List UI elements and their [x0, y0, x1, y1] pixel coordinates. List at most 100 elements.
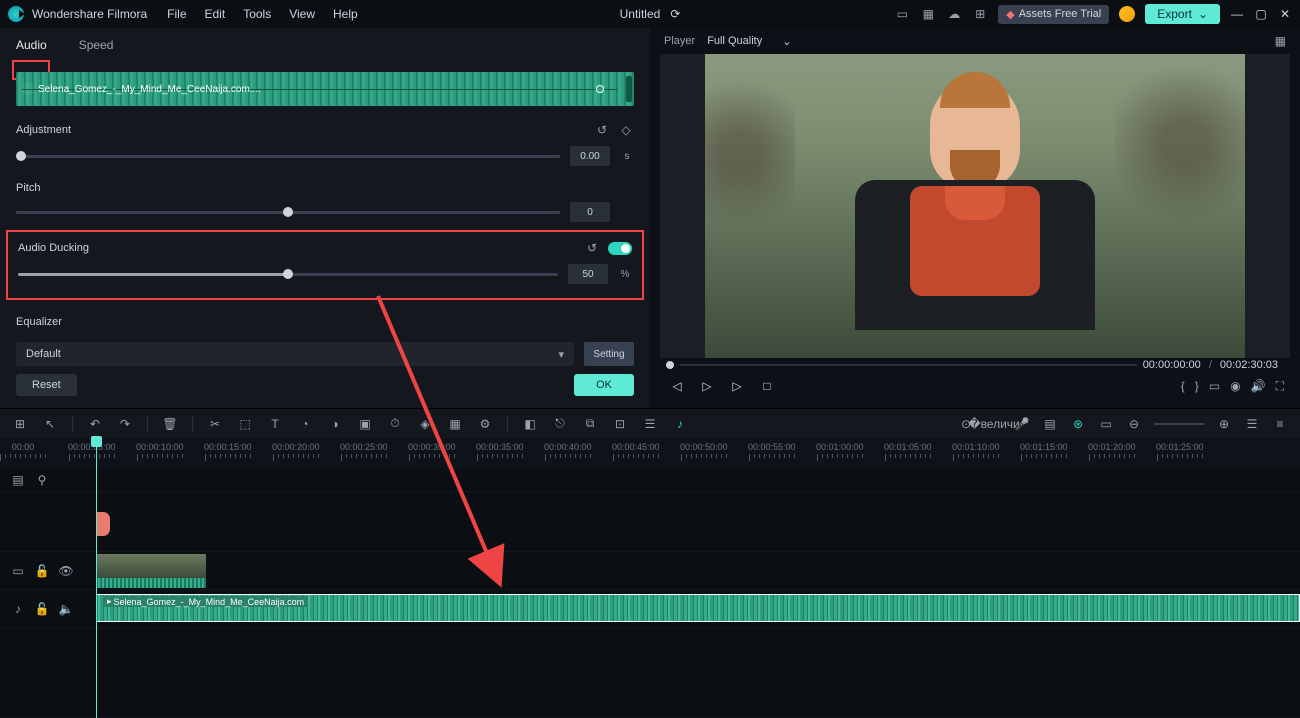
visibility-icon[interactable]: 👁: [58, 563, 74, 579]
maximize-button[interactable]: ▢: [1254, 7, 1268, 21]
menu-edit[interactable]: Edit: [205, 7, 226, 21]
delete-icon[interactable]: 🗑: [162, 416, 178, 432]
play-button-2[interactable]: ▷: [726, 375, 748, 397]
adjustment-slider[interactable]: [16, 155, 560, 158]
cloud-icon[interactable]: ☁: [946, 6, 962, 22]
tab-audio[interactable]: Audio: [0, 28, 63, 62]
mixer-icon[interactable]: ▤: [1042, 416, 1058, 432]
user-avatar[interactable]: [1119, 6, 1135, 22]
display-icon[interactable]: ▭: [1209, 379, 1220, 393]
track-manage-icon[interactable]: ▤: [10, 472, 26, 488]
ducking-slider[interactable]: [18, 273, 558, 276]
reset-button[interactable]: Reset: [16, 374, 77, 396]
keyframe-icon[interactable]: ◇: [618, 122, 634, 138]
video-track-icon[interactable]: ▭: [10, 563, 26, 579]
cut-icon[interactable]: ✂: [207, 416, 223, 432]
select-tool-icon[interactable]: ⊞: [12, 416, 28, 432]
keyframe-tool-icon[interactable]: ◈: [417, 416, 433, 432]
ducking-value[interactable]: 50: [568, 264, 608, 284]
apps-icon[interactable]: ⊞: [972, 6, 988, 22]
image-icon[interactable]: ▦: [920, 6, 936, 22]
undo-icon[interactable]: ↶: [87, 416, 103, 432]
zoom-slider[interactable]: [1154, 423, 1204, 425]
scrub-track[interactable]: [680, 364, 1137, 366]
timer-icon[interactable]: ⏱: [387, 416, 403, 432]
green-screen-icon[interactable]: ▦: [447, 416, 463, 432]
clip-handle[interactable]: [626, 76, 632, 102]
fullscreen-icon[interactable]: ⛶: [1276, 379, 1284, 394]
adjust-icon[interactable]: ⚙: [477, 416, 493, 432]
timeline-toolbar: ⊞ ↖ ↶ ↷ 🗑 ✂ ⬚ T ◔ ◑ ▣ ⏱ ◈ ▦ ⚙ ◧ ⎋ ⧉ ⊡ ☰ …: [0, 408, 1300, 438]
quality-dropdown[interactable]: Full Quality⌄: [707, 35, 791, 48]
stop-button[interactable]: □: [756, 375, 778, 397]
export-button[interactable]: Export⌄: [1145, 4, 1220, 24]
snap-icon[interactable]: ⊛: [1070, 416, 1086, 432]
lock-icon[interactable]: 🔓: [34, 601, 50, 617]
scrub-playhead[interactable]: [666, 361, 674, 369]
lock-icon[interactable]: 🔓: [34, 563, 50, 579]
reset-icon[interactable]: ↺: [594, 122, 610, 138]
marker-clip[interactable]: [96, 512, 110, 536]
timeline-ruler[interactable]: 00:0000:00:05:0000:00:10:0000:00:15:0000…: [0, 438, 1300, 468]
history-icon[interactable]: ⟳: [670, 7, 680, 21]
video-preview[interactable]: [660, 54, 1290, 358]
crop-icon[interactable]: ⬚: [237, 416, 253, 432]
detach-icon[interactable]: ⎋: [552, 416, 568, 432]
gem-icon: ◆: [1006, 8, 1014, 21]
mark-out-icon[interactable]: }: [1195, 379, 1199, 393]
track-link-icon[interactable]: ⚲: [34, 472, 50, 488]
link-icon[interactable]: ▭: [1098, 416, 1114, 432]
pitch-slider[interactable]: [16, 211, 560, 214]
video-clip[interactable]: [96, 554, 206, 588]
zoom-in-icon[interactable]: ⊕: [1216, 416, 1232, 432]
bg-tree: [705, 64, 795, 244]
menu-tools[interactable]: Tools: [243, 7, 271, 21]
marker-icon[interactable]: �величи: [986, 416, 1002, 432]
ruler-mark: 00:00:50:00: [680, 442, 728, 461]
effects-icon[interactable]: ▣: [357, 416, 373, 432]
cursor-tool-icon[interactable]: ↖: [42, 416, 58, 432]
playhead[interactable]: [96, 438, 97, 718]
ruler-mark: 00:00:30:00: [408, 442, 456, 461]
play-button[interactable]: ▷: [696, 375, 718, 397]
camera-icon[interactable]: ◉: [1230, 379, 1240, 393]
audio-track-icon[interactable]: ♪: [10, 601, 26, 617]
speed-icon[interactable]: ◔: [297, 416, 313, 432]
adjustment-value[interactable]: 0.00: [570, 146, 610, 166]
group-icon[interactable]: ⧉: [582, 416, 598, 432]
audio-tool-icon[interactable]: ♪: [672, 416, 688, 432]
zoom-out-icon[interactable]: ⊖: [1126, 416, 1142, 432]
audio-track-clip[interactable]: ▸Selena_Gomez_-_My_Mind_Me_CeeNaija.com: [96, 594, 1300, 622]
prev-frame-button[interactable]: ◁: [666, 375, 688, 397]
menu-help[interactable]: Help: [333, 7, 358, 21]
pitch-value[interactable]: 0: [570, 202, 610, 222]
volume-icon[interactable]: 🔊: [1251, 379, 1266, 393]
ducking-toggle[interactable]: [608, 242, 632, 255]
assets-trial-button[interactable]: ◆Assets Free Trial: [998, 5, 1109, 24]
redo-icon[interactable]: ↷: [117, 416, 133, 432]
list-icon[interactable]: ☰: [1244, 416, 1260, 432]
ungroup-icon[interactable]: ⊡: [612, 416, 628, 432]
tab-speed[interactable]: Speed: [63, 28, 130, 62]
minimize-button[interactable]: —: [1230, 7, 1244, 21]
audio-clip-preview[interactable]: Selena_Gomez_-_My_Mind_Me_CeeNaija.com..…: [16, 72, 634, 106]
equalizer-preset-dropdown[interactable]: Default: [16, 342, 574, 366]
menu-view[interactable]: View: [289, 7, 315, 21]
menu-file[interactable]: File: [167, 7, 186, 21]
snapshot-icon[interactable]: ▦: [1275, 34, 1286, 48]
mic-icon[interactable]: 🎤: [1014, 416, 1030, 432]
equalizer-setting-button[interactable]: Setting: [584, 342, 634, 366]
mark-icon[interactable]: ◧: [522, 416, 538, 432]
mark-in-icon[interactable]: {: [1181, 379, 1185, 393]
equalizer-label: Equalizer: [16, 316, 634, 328]
align-icon[interactable]: ☰: [642, 416, 658, 432]
mute-icon[interactable]: 🔈: [58, 601, 74, 617]
ok-button[interactable]: OK: [574, 374, 634, 396]
reset-icon[interactable]: ↺: [584, 240, 600, 256]
close-button[interactable]: ✕: [1278, 7, 1292, 21]
color-icon[interactable]: ◑: [327, 416, 343, 432]
hamburger-icon[interactable]: ≡: [1272, 416, 1288, 432]
clip-keyframe-dot[interactable]: [596, 85, 604, 93]
text-icon[interactable]: T: [267, 416, 283, 432]
monitor-icon[interactable]: ▭: [894, 6, 910, 22]
